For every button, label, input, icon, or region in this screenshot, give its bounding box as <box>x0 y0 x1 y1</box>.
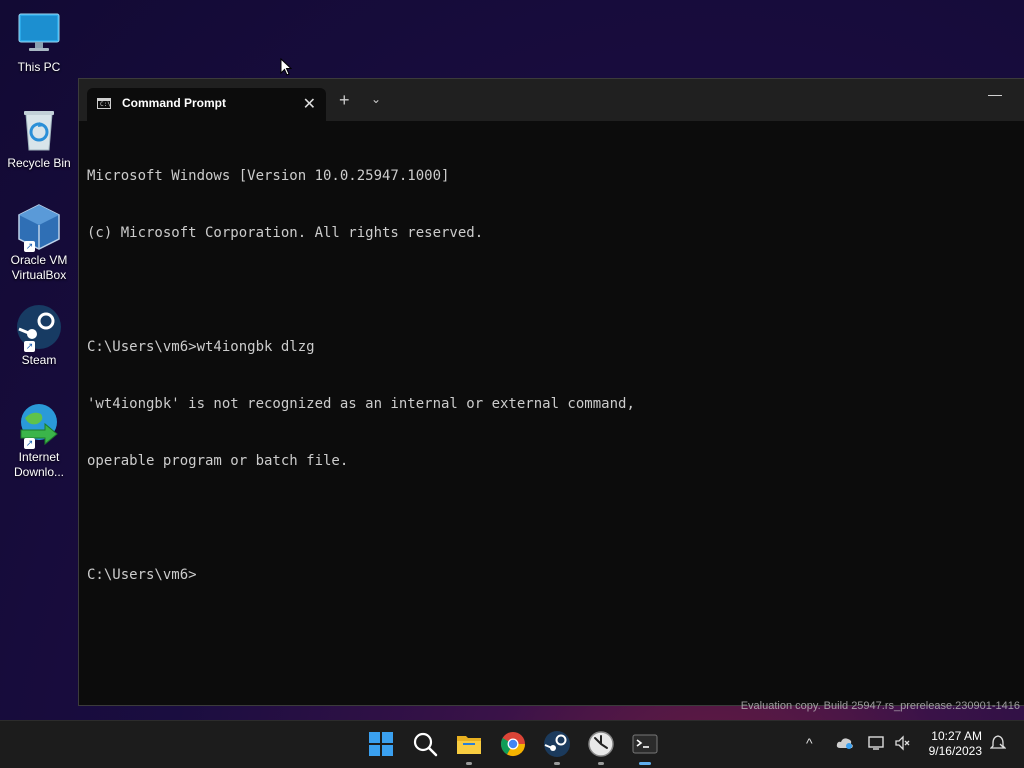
minimize-button[interactable]: — <box>988 86 1002 102</box>
desktop-icon-label: Steam <box>21 353 57 367</box>
shortcut-arrow-icon: ↗ <box>24 241 35 252</box>
tab-title: Command Prompt <box>122 96 227 110</box>
running-indicator <box>466 762 472 765</box>
clock-time: 10:27 AM <box>931 729 982 743</box>
steam-button[interactable] <box>542 729 572 765</box>
title-bar[interactable]: C:\ Command Prompt ✕ + ⌄ — <box>79 79 1024 121</box>
chrome-button[interactable] <box>498 729 528 759</box>
steam-icon: ↗ <box>15 303 63 352</box>
console-output[interactable]: Microsoft Windows [Version 10.0.25947.10… <box>87 129 1016 697</box>
monitor-icon <box>15 10 63 58</box>
file-explorer-button[interactable] <box>454 729 484 765</box>
shortcut-arrow-icon: ↗ <box>24 438 35 449</box>
tab-dropdown-button[interactable]: ⌄ <box>371 92 381 106</box>
volume-muted-icon[interactable] <box>894 735 912 754</box>
show-hidden-icons-button[interactable]: ^ <box>806 735 813 751</box>
system-clock[interactable]: 10:27 AM 9/16/2023 <box>929 729 982 759</box>
console-line: (c) Microsoft Corporation. All rights re… <box>87 225 484 241</box>
clock-date: 9/16/2023 <box>928 744 982 758</box>
tab-command-prompt[interactable]: C:\ Command Prompt ✕ <box>87 88 326 121</box>
evaluation-watermark: Evaluation copy. Build 25947.rs_prerelea… <box>740 700 1020 712</box>
console-line: Microsoft Windows [Version 10.0.25947.10… <box>87 168 450 184</box>
recycle-bin-icon <box>15 106 63 154</box>
clock-app-icon <box>588 731 614 757</box>
running-indicator <box>639 762 651 765</box>
virtualbox-icon: ↗ <box>15 203 63 252</box>
notification-bell-icon[interactable] <box>989 735 1007 755</box>
desktop-icon-steam[interactable]: ↗ Steam <box>4 303 74 368</box>
terminal-icon <box>632 734 658 754</box>
desktop-icon-recycle-bin[interactable]: Recycle Bin <box>4 106 74 171</box>
console-prompt-line[interactable]: C:\Users\vm6> <box>87 566 1016 585</box>
chrome-icon <box>500 732 525 757</box>
start-button[interactable] <box>366 729 396 759</box>
download-manager-icon: ↗ <box>15 400 63 449</box>
steam-icon <box>544 731 570 757</box>
terminal-button[interactable] <box>630 729 660 765</box>
search-button[interactable] <box>410 729 440 759</box>
taskbar: ^ 10:27 AM 9/16/2023 <box>0 720 1024 768</box>
desktop-icon-label: Oracle VM VirtualBox <box>10 253 68 282</box>
console-line: C:\Users\vm6>wt4iongbk dlzg <box>87 339 315 355</box>
file-explorer-icon <box>457 736 481 754</box>
desktop-icon-label: This PC <box>17 60 61 74</box>
onedrive-icon[interactable] <box>836 736 854 753</box>
start-icon <box>369 732 393 756</box>
clock-app-button[interactable] <box>586 729 616 765</box>
console-line: operable program or batch file. <box>87 453 349 469</box>
search-icon <box>413 732 438 757</box>
mouse-cursor-icon <box>280 57 293 76</box>
new-tab-button[interactable]: + <box>339 90 350 111</box>
terminal-window[interactable]: C:\ Command Prompt ✕ + ⌄ — Microsoft Win… <box>78 78 1024 706</box>
close-tab-button[interactable]: ✕ <box>303 94 316 114</box>
desktop-icon-label: Internet Downlo... <box>13 450 65 479</box>
desktop-icon-this-pc[interactable]: This PC <box>4 10 74 75</box>
running-indicator <box>554 762 560 765</box>
desktop-icon-label: Recycle Bin <box>7 156 71 170</box>
running-indicator <box>598 762 604 765</box>
console-line: 'wt4iongbk' is not recognized as an inte… <box>87 396 635 412</box>
network-icon[interactable] <box>868 735 886 754</box>
desktop-icon-virtualbox[interactable]: ↗ Oracle VM VirtualBox <box>4 203 74 283</box>
desktop-icon-internet-download-manager[interactable]: ↗ Internet Downlo... <box>4 400 74 480</box>
shortcut-arrow-icon: ↗ <box>24 341 35 352</box>
command-prompt-icon: C:\ <box>97 98 111 109</box>
